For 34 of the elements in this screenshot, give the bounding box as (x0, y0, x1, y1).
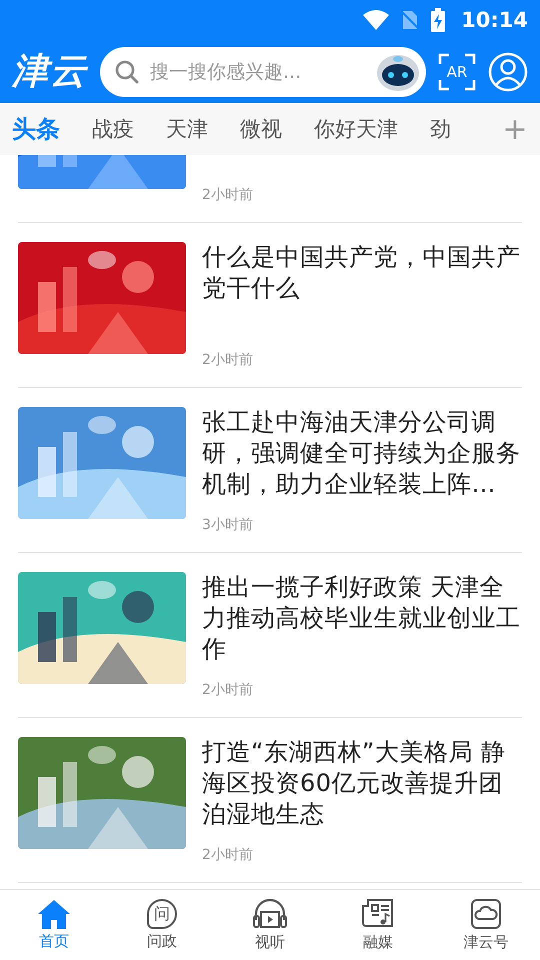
article-time: 2小时前 (202, 186, 254, 204)
ar-scan-button[interactable]: AR (438, 52, 476, 90)
article-time: 2小时前 (202, 846, 254, 864)
nav-tab[interactable]: 融媒 (324, 890, 432, 960)
article-title[interactable]: 张工赴中海油天津分公司调研，强调健全可持续为企服务机制，助力企业轻装上阵… (202, 407, 522, 500)
battery-charging-icon (431, 8, 446, 32)
speech-bubble-icon: 问 (147, 899, 177, 929)
newspaper-music-icon (361, 898, 395, 930)
nav-tab[interactable]: 首页 (0, 890, 108, 960)
article-time: 2小时前 (202, 351, 254, 369)
article-time: 3小时前 (202, 516, 254, 534)
app-logo: 津云 (12, 50, 88, 93)
cloud-icon (470, 898, 502, 930)
article-title[interactable]: 什么是中国共产党，中国共产党干什么 (202, 242, 522, 304)
category-tab[interactable]: 头条 (12, 113, 60, 145)
profile-icon[interactable] (488, 52, 528, 92)
nav-tab[interactable]: 问 问政 (108, 890, 216, 960)
search-field[interactable]: 搜一搜你感兴趣... (100, 46, 426, 96)
article-time: 2小时前 (202, 681, 254, 699)
no-sim-icon (401, 9, 420, 31)
category-tab[interactable]: 微视 (240, 115, 282, 143)
search-icon (114, 58, 140, 84)
home-icon (37, 899, 71, 929)
status-time: 10:14 (461, 8, 528, 32)
category-tab[interactable]: 天津 (166, 115, 208, 143)
headphones-play-icon (253, 898, 287, 930)
nav-tab[interactable]: 津云号 (432, 890, 540, 960)
wifi-icon (363, 10, 390, 30)
category-tab[interactable]: 你好天津 (314, 115, 398, 143)
category-tab[interactable]: 劲 (430, 115, 451, 143)
article-title[interactable]: 打造“东湖西林”大美格局 静海区投资60亿元改善提升团泊湿地生态 (202, 737, 522, 830)
category-tab[interactable]: 战疫 (92, 115, 134, 143)
article-title[interactable]: 推出一揽子利好政策 天津全力推动高校毕业生就业创业工作 (202, 572, 522, 665)
nav-tab[interactable]: 视听 (216, 890, 324, 960)
